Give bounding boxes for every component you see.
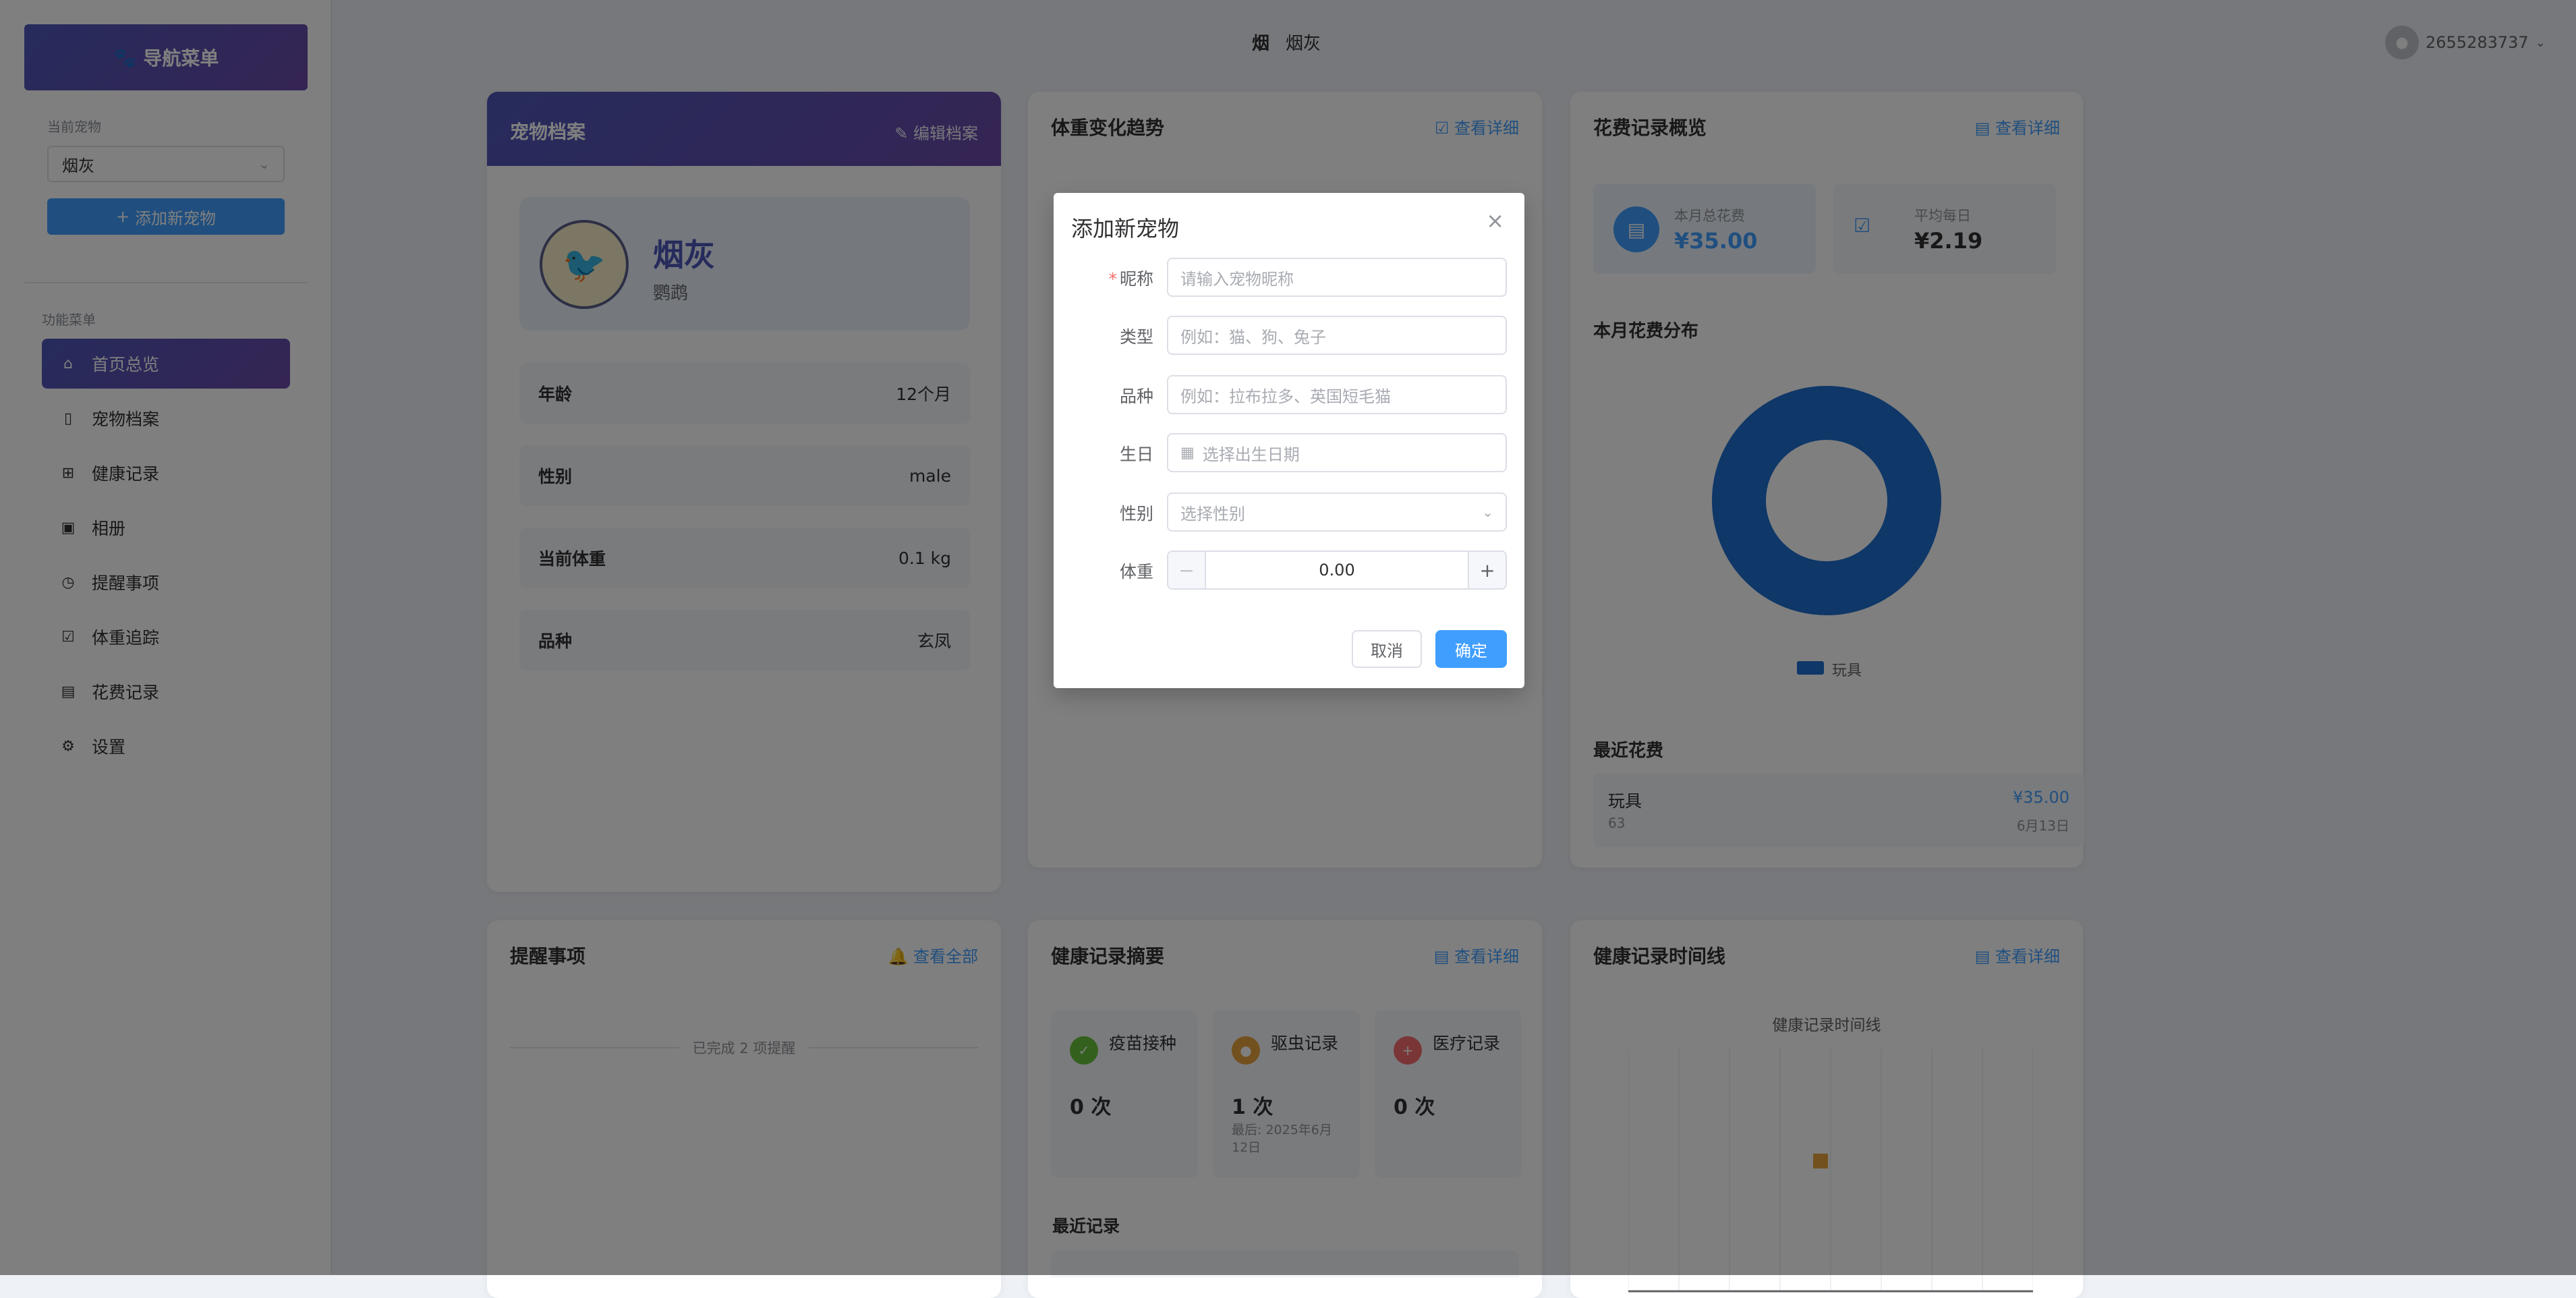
type-label: 类型 bbox=[1119, 327, 1153, 347]
nickname-label-text: 昵称 bbox=[1119, 269, 1153, 289]
type-placeholder: 例如：猫、狗、兔子 bbox=[1180, 327, 1326, 347]
nickname-input[interactable]: 请输入宠物昵称 bbox=[1167, 258, 1507, 297]
gender-placeholder: 选择性别 bbox=[1180, 504, 1245, 524]
nickname-label: * 昵称 bbox=[1108, 266, 1153, 290]
birthday-picker[interactable]: ▦ 选择出生日期 bbox=[1167, 433, 1507, 472]
birthday-placeholder: 选择出生日期 bbox=[1202, 445, 1300, 464]
weight-label: 体重 bbox=[1119, 562, 1153, 582]
calendar-icon: ▦ bbox=[1180, 444, 1195, 461]
gender-select[interactable]: 选择性别 ⌄ bbox=[1167, 492, 1507, 532]
breed-label: 品种 bbox=[1119, 387, 1153, 406]
required-mark: * bbox=[1108, 269, 1117, 289]
breed-placeholder: 例如：拉布拉多、英国短毛猫 bbox=[1180, 387, 1391, 406]
confirm-button[interactable]: 确定 bbox=[1435, 630, 1507, 668]
decrement-button[interactable]: − bbox=[1168, 552, 1206, 588]
weight-stepper: − 0.00 + bbox=[1167, 551, 1507, 590]
weight-value[interactable]: 0.00 bbox=[1206, 552, 1468, 588]
chevron-down-icon: ⌄ bbox=[1482, 504, 1493, 520]
add-pet-dialog: 添加新宠物 × * 昵称 请输入宠物昵称 类型 例如：猫、狗、兔子 品种 例如：拉… bbox=[1054, 193, 1524, 688]
increment-button[interactable]: + bbox=[1468, 552, 1506, 588]
type-input[interactable]: 例如：猫、狗、兔子 bbox=[1167, 316, 1507, 355]
breed-input[interactable]: 例如：拉布拉多、英国短毛猫 bbox=[1167, 375, 1507, 414]
birthday-label: 生日 bbox=[1119, 445, 1153, 464]
dialog-title: 添加新宠物 bbox=[1071, 216, 1180, 242]
gender-label: 性别 bbox=[1119, 504, 1153, 524]
nickname-placeholder: 请输入宠物昵称 bbox=[1180, 269, 1294, 289]
cancel-button[interactable]: 取消 bbox=[1352, 630, 1422, 668]
close-icon[interactable]: × bbox=[1486, 208, 1504, 233]
